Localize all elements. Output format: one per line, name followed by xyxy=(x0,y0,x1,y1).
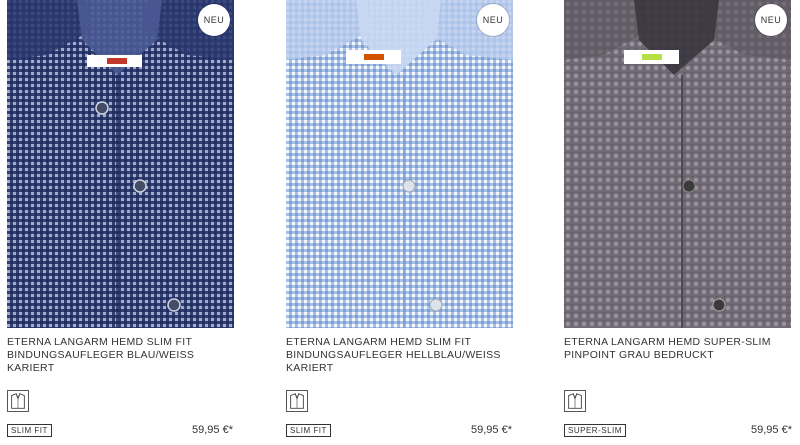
shirt-image xyxy=(564,0,791,328)
shirt-image xyxy=(7,0,234,328)
shirt-collar-icon xyxy=(564,390,586,412)
price: 59,95 €* xyxy=(192,424,233,436)
fit-badge: SUPER-SLIM xyxy=(564,424,626,437)
product-card: NEU ETERNA Langarm Hemd SUPER-SLIM Pinpo… xyxy=(564,0,796,445)
product-card: NEU ETERNA Langarm Hemd SLIM FIT Bindung… xyxy=(7,0,239,445)
fit-badge: SLIM FIT xyxy=(7,424,52,437)
product-image[interactable]: NEU xyxy=(564,0,791,328)
fit-badge: SLIM FIT xyxy=(286,424,331,437)
shirt-image xyxy=(286,0,513,328)
product-title[interactable]: ETERNA Langarm Hemd SLIM FIT Bindungsauf… xyxy=(7,336,239,375)
shirt-collar-icon xyxy=(286,390,308,412)
new-badge: NEU xyxy=(755,4,787,36)
product-image[interactable]: NEU xyxy=(7,0,234,328)
new-badge: NEU xyxy=(198,4,230,36)
product-image[interactable]: NEU xyxy=(286,0,513,328)
product-title[interactable]: ETERNA Langarm Hemd SUPER-SLIM Pinpoint … xyxy=(564,336,796,362)
price: 59,95 €* xyxy=(471,424,512,436)
price: 59,95 €* xyxy=(751,424,792,436)
product-title[interactable]: ETERNA Langarm Hemd SLIM FIT Bindungsauf… xyxy=(286,336,518,375)
product-card: NEU ETERNA Langarm Hemd SLIM FIT Bindung… xyxy=(286,0,518,445)
shirt-collar-icon xyxy=(7,390,29,412)
new-badge: NEU xyxy=(477,4,509,36)
